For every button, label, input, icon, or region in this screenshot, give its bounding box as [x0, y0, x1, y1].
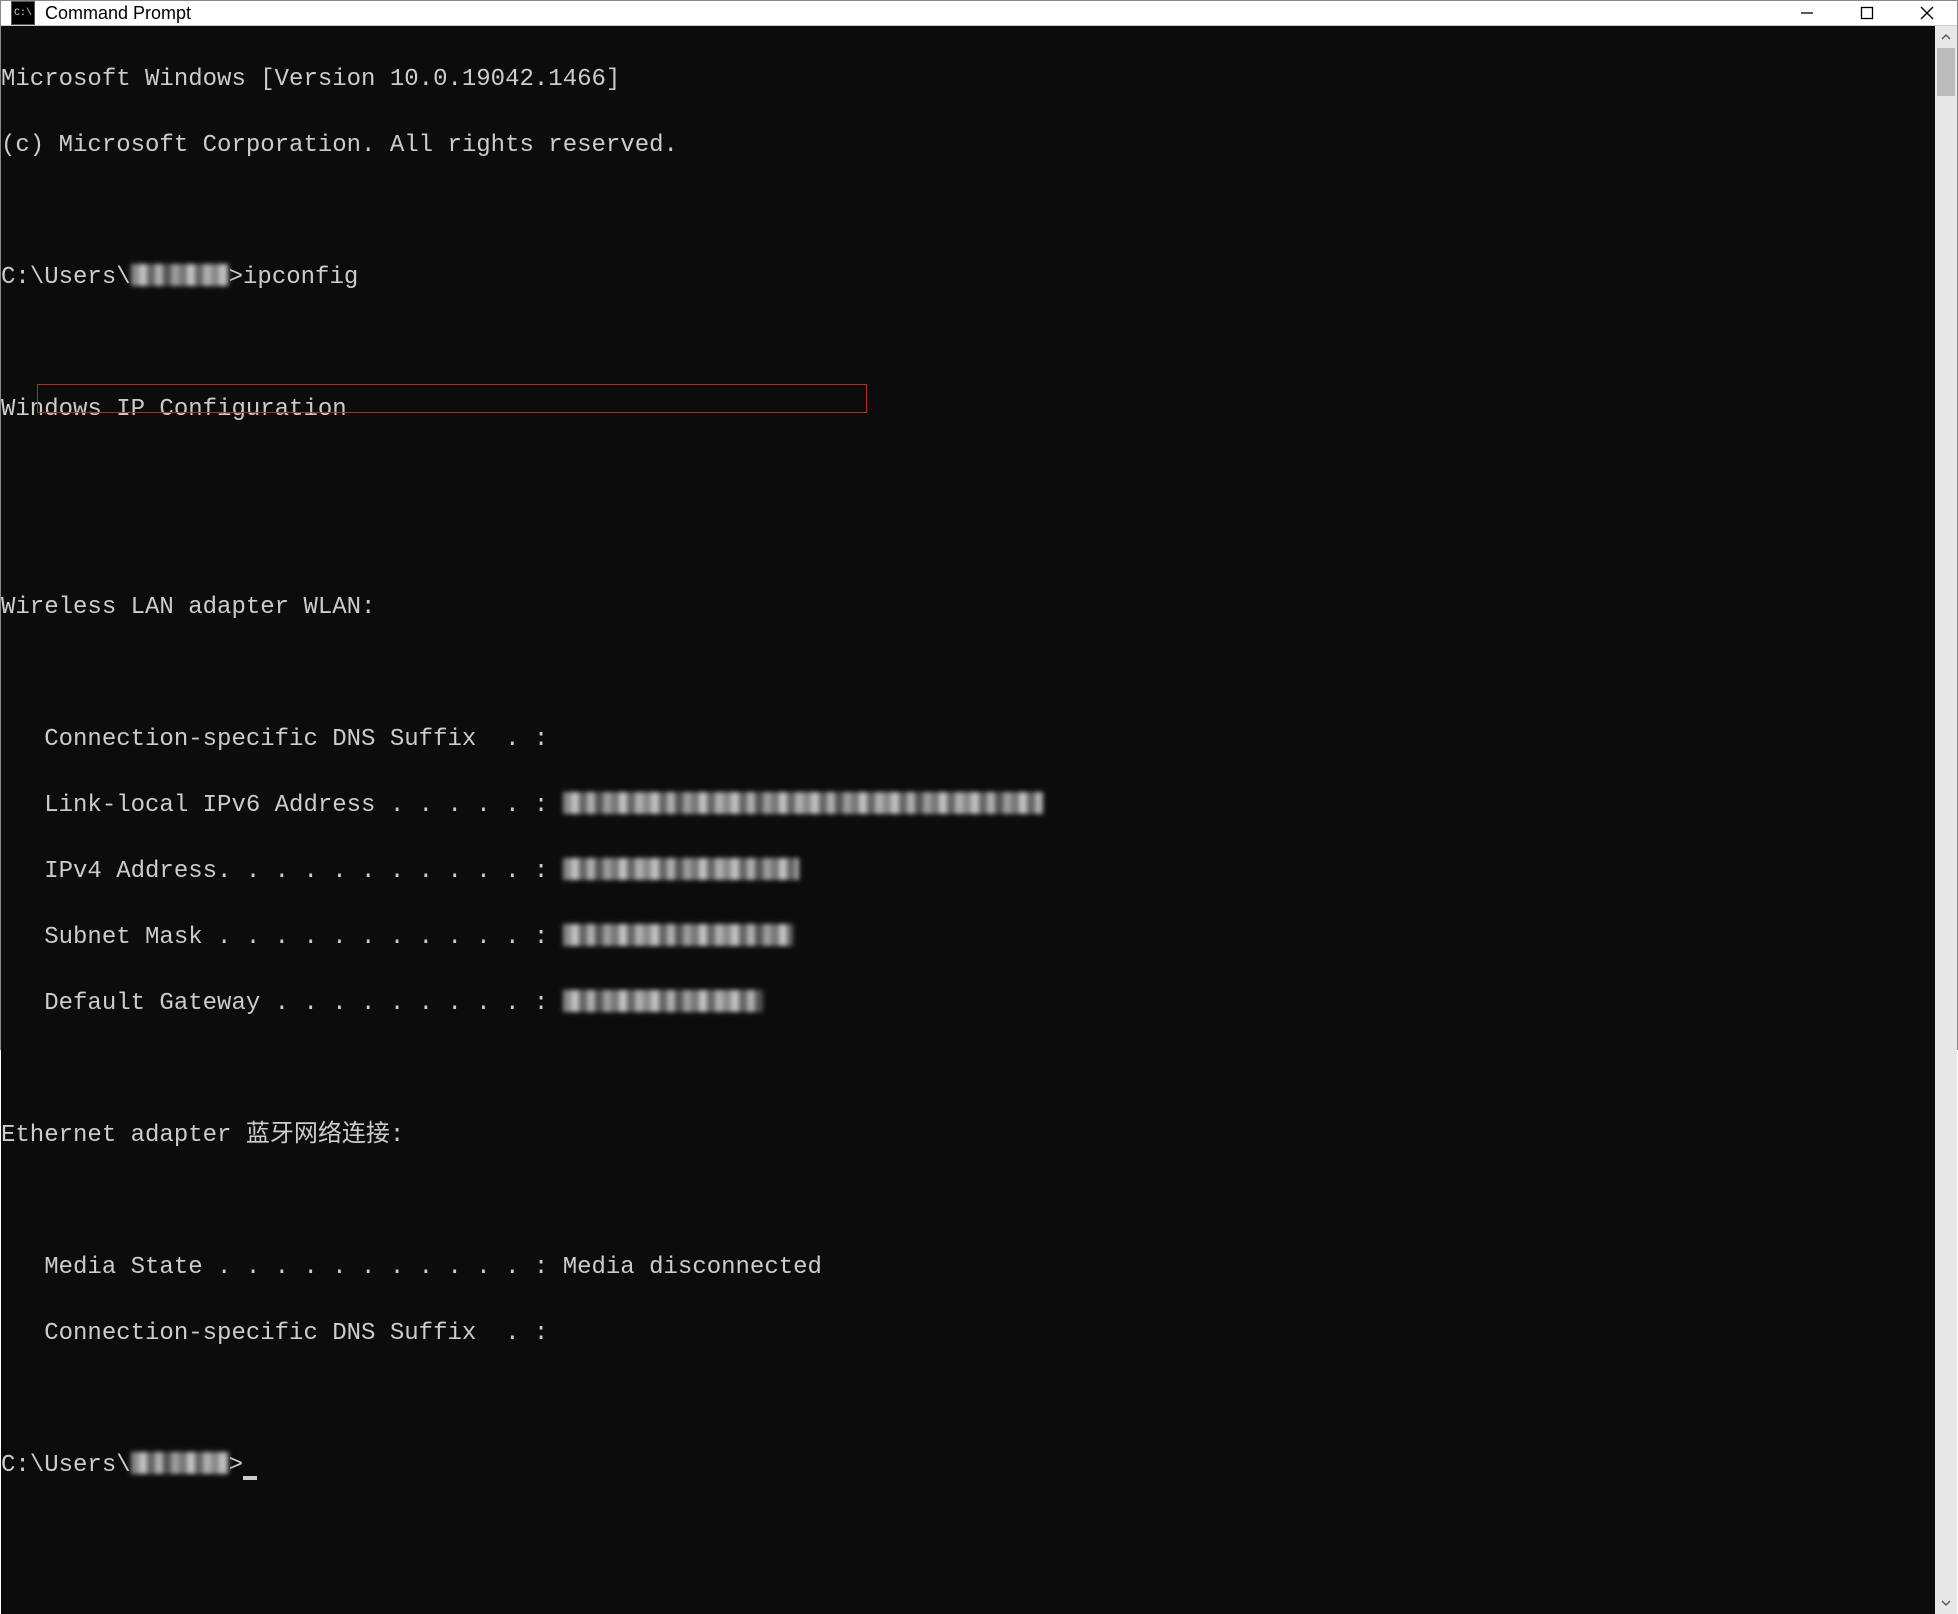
- ipconfig-title: Windows IP Configuration: [1, 393, 1935, 426]
- scrollbar-track[interactable]: [1935, 48, 1957, 1592]
- cmd-icon: C:\: [11, 1, 35, 25]
- titlebar[interactable]: C:\ Command Prompt: [1, 1, 1957, 26]
- maximize-button[interactable]: [1837, 1, 1897, 25]
- adapter-bt-title: Ethernet adapter 蓝牙网络连接:: [1, 1119, 1935, 1152]
- vertical-scrollbar[interactable]: [1935, 26, 1957, 1614]
- minimize-button[interactable]: [1777, 1, 1837, 25]
- scroll-up-arrow-icon[interactable]: [1935, 26, 1957, 48]
- window-title: Command Prompt: [45, 3, 1777, 24]
- window-controls: [1777, 1, 1957, 25]
- bt-dns-suffix-line: Connection-specific DNS Suffix . :: [1, 1317, 1935, 1350]
- ipv4-line: IPv4 Address. . . . . . . . . . . :: [1, 855, 1935, 888]
- close-button[interactable]: [1897, 1, 1957, 25]
- gateway-redacted: [563, 990, 763, 1012]
- username-redacted: [131, 264, 229, 286]
- copyright-line: (c) Microsoft Corporation. All rights re…: [1, 129, 1935, 162]
- command-prompt-window: C:\ Command Prompt Microsoft Windows [Ve…: [0, 0, 1958, 1050]
- subnet-redacted: [563, 924, 793, 946]
- adapter-wlan-title: Wireless LAN adapter WLAN:: [1, 591, 1935, 624]
- ipv4-redacted: [563, 858, 799, 880]
- ipv6-redacted: [563, 792, 1043, 814]
- cursor: [243, 1476, 257, 1480]
- maximize-icon: [1859, 5, 1875, 21]
- username-redacted-2: [131, 1452, 229, 1474]
- scrollbar-thumb[interactable]: [1937, 48, 1955, 96]
- subnet-line: Subnet Mask . . . . . . . . . . . :: [1, 921, 1935, 954]
- prompt-line-1: C:\Users\>ipconfig: [1, 261, 1935, 294]
- minimize-icon: [1799, 5, 1815, 21]
- dns-suffix-line: Connection-specific DNS Suffix . :: [1, 723, 1935, 756]
- media-state-line: Media State . . . . . . . . . . . : Medi…: [1, 1251, 1935, 1284]
- ipv6-line: Link-local IPv6 Address . . . . . :: [1, 789, 1935, 822]
- close-icon: [1919, 5, 1935, 21]
- scroll-down-arrow-icon[interactable]: [1935, 1592, 1957, 1614]
- version-line: Microsoft Windows [Version 10.0.19042.14…: [1, 63, 1935, 96]
- command-text: ipconfig: [243, 264, 358, 291]
- terminal-output[interactable]: Microsoft Windows [Version 10.0.19042.14…: [1, 26, 1935, 1614]
- gateway-line: Default Gateway . . . . . . . . . :: [1, 987, 1935, 1020]
- prompt-line-2: C:\Users\>: [1, 1449, 1935, 1482]
- terminal-area: Microsoft Windows [Version 10.0.19042.14…: [1, 26, 1957, 1614]
